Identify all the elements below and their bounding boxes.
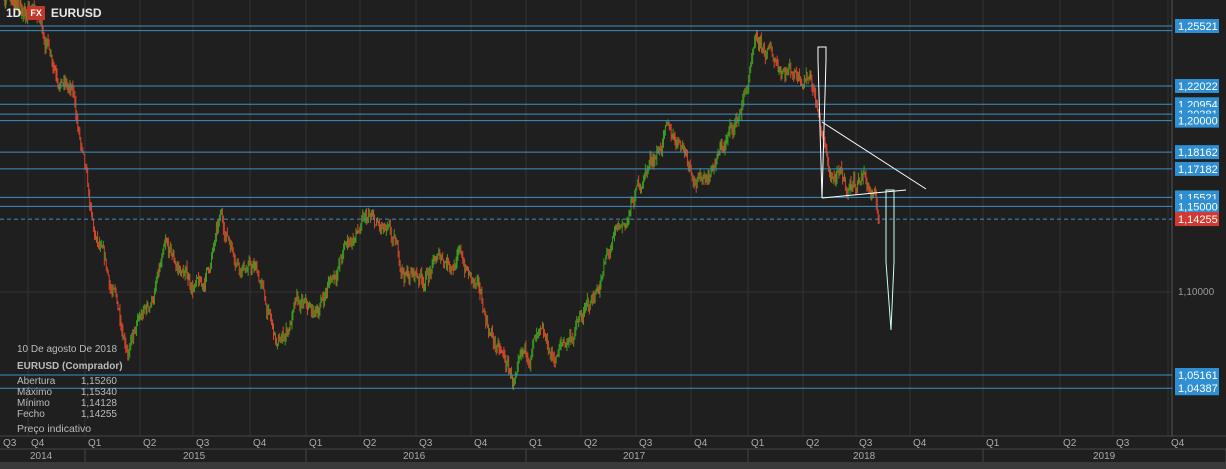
x-quarter-label: Q3 (196, 438, 210, 449)
info-value: 1,15260 (80, 376, 117, 387)
chart-window[interactable]: Q3 Q4 Q1 Q2 Q3 Q4 Q1 Q2 Q3 Q4 Q1 Q2 Q3 Q4 Q1 Q2 Q3 Q4 Q1 Q2… (0, 0, 1226, 469)
x-quarter-label: Q2 (363, 438, 377, 449)
x-year-label: 2016 (403, 451, 426, 462)
x-quarter-label: Q1 (751, 438, 765, 449)
x-quarter-label: Q4 (913, 438, 927, 449)
x-quarter-label: Q3 (3, 438, 17, 449)
x-quarter-label: Q3 (419, 438, 433, 449)
info-title: EURUSD (Comprador) (17, 361, 123, 372)
info-label: Mínimo (17, 398, 50, 409)
info-label: Fecho (17, 409, 45, 420)
x-quarter-label: Q4 (694, 438, 708, 449)
x-quarter-label: Q4 (253, 438, 267, 449)
level-price-label: 1,04387 (1178, 383, 1218, 395)
level-price-label: 1,20000 (1178, 116, 1218, 128)
x-quarter-label: Q1 (529, 438, 543, 449)
triangle-lower-trendline[interactable] (821, 189, 907, 199)
y-tick-label: 1,10000 (1178, 287, 1215, 298)
x-quarter-label: Q4 (1171, 438, 1185, 449)
x-quarter-label: Q1 (88, 438, 102, 449)
info-row: Mínimo 1,14128 (17, 398, 117, 409)
fx-badge: FX (27, 6, 45, 20)
info-value: 1,14128 (80, 398, 117, 409)
level-price-label: 1,22022 (1178, 81, 1218, 93)
symbol-label[interactable]: EURUSD (51, 6, 102, 20)
x-quarter-label: Q1 (986, 438, 1000, 449)
horizontal-scrollbar[interactable] (0, 462, 1226, 469)
ohlc-info-panel: 10 De agosto De 2018 EURUSD (Comprador) … (17, 344, 123, 435)
level-price-label: 1,17182 (1178, 164, 1218, 176)
timeframe-label[interactable]: 1D (6, 6, 21, 20)
info-label: Máximo (17, 387, 53, 398)
x-quarter-label: Q4 (31, 438, 45, 449)
info-row: Máximo 1,15340 (17, 387, 117, 398)
level-price-label: 1,15000 (1178, 201, 1218, 213)
info-row: Fecho 1,14255 (17, 409, 117, 420)
level-price-label: 1,05161 (1178, 370, 1218, 382)
x-quarter-label: Q4 (474, 438, 488, 449)
info-value: 1,14255 (80, 409, 117, 420)
level-price-label: 1,18162 (1178, 147, 1218, 159)
x-year-label: 2018 (853, 451, 876, 462)
x-quarter-label: Q2 (1063, 438, 1077, 449)
x-year-label: 2019 (1093, 451, 1116, 462)
x-quarter-label: Q3 (1116, 438, 1130, 449)
info-date: 10 De agosto De 2018 (17, 344, 118, 355)
info-label: Abertura (17, 376, 56, 387)
x-quarter-label: Q2 (143, 438, 157, 449)
price-chart[interactable]: Q3 Q4 Q1 Q2 Q3 Q4 Q1 Q2 Q3 Q4 Q1 Q2 Q3 Q4 Q1 Q2 Q3 Q4 Q1 Q2… (0, 0, 1226, 469)
x-year-label: 2014 (30, 451, 53, 462)
x-quarter-label: Q2 (806, 438, 820, 449)
x-quarter-label: Q1 (309, 438, 323, 449)
x-quarter-label: Q2 (584, 438, 598, 449)
target-arrow-icon[interactable] (885, 189, 895, 331)
x-quarter-label: Q3 (639, 438, 653, 449)
info-row: Abertura 1,15260 (17, 376, 117, 387)
x-quarter-label: Q3 (859, 438, 873, 449)
chart-header: 1D FX EURUSD (6, 6, 102, 20)
x-year-label: 2017 (623, 451, 646, 462)
x-year-label: 2015 (183, 451, 206, 462)
info-value: 1,15340 (80, 387, 117, 398)
info-note: Preço indicativo (17, 423, 92, 435)
level-price-label: 1,25521 (1178, 21, 1218, 33)
current-price-label: 1,14255 (1178, 214, 1218, 226)
